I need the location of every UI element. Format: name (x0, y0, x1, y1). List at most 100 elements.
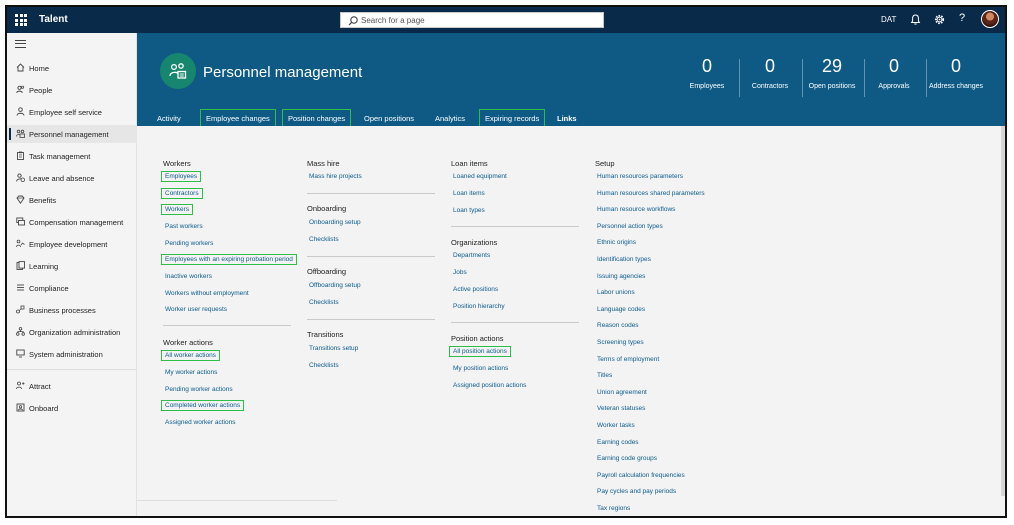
link-setup-item[interactable]: Human resources shared parameters (595, 189, 707, 198)
link-contractors[interactable]: Contractors (161, 188, 203, 199)
vertical-scrollbar[interactable] (1001, 126, 1005, 496)
group-title-organizations: Organizations (451, 238, 498, 247)
link-jobs[interactable]: Jobs (451, 268, 469, 277)
link-employees[interactable]: Employees (161, 171, 202, 182)
workspace-icon (160, 53, 196, 89)
link-setup-item[interactable]: Pay cycles and pay periods (595, 487, 678, 496)
link-pending-worker-actions[interactable]: Pending worker actions (163, 385, 235, 394)
nav-item-system-administration[interactable]: System administration (7, 345, 137, 363)
nav-item-personnel-management[interactable]: Personnel management (7, 125, 137, 143)
tab-links[interactable]: Links (551, 109, 583, 129)
group-divider (307, 256, 435, 257)
kpi-open-positions[interactable]: 29 Open positions (801, 57, 863, 90)
link-setup-item[interactable]: Union agreement (595, 388, 649, 397)
link-setup-item[interactable]: Ethnic origins (595, 238, 638, 247)
link-offboarding-checklists[interactable]: Checklists (307, 298, 341, 307)
link-completed-worker-actions[interactable]: Completed worker actions (161, 400, 245, 411)
nav-item-employee-development[interactable]: Employee development (7, 235, 137, 253)
nav-item-benefits[interactable]: Benefits (7, 191, 137, 209)
link-setup-item[interactable]: Screening types (595, 338, 646, 347)
company-selector[interactable]: DAT (881, 15, 896, 24)
group-title-workers: Workers (163, 159, 191, 168)
link-pending-workers[interactable]: Pending workers (163, 239, 215, 248)
person-icon (16, 107, 25, 116)
link-worker-user-requests[interactable]: Worker user requests (163, 305, 229, 314)
link-setup-item[interactable]: Earning codes (595, 438, 641, 447)
link-my-position-actions[interactable]: My position actions (451, 364, 510, 373)
gear-icon[interactable] (933, 13, 946, 26)
app-title[interactable]: Talent (39, 14, 68, 25)
link-active-positions[interactable]: Active positions (451, 285, 500, 294)
search-box[interactable] (340, 12, 604, 28)
link-setup-item[interactable]: Human resources parameters (595, 172, 685, 181)
link-position-hierarchy[interactable]: Position hierarchy (451, 302, 507, 311)
tab-analytics[interactable]: Analytics (429, 109, 471, 127)
link-departments[interactable]: Departments (451, 251, 492, 260)
nav-item-compensation-management[interactable]: Compensation management (7, 213, 137, 231)
kpi-address-changes[interactable]: 0 Address changes (925, 57, 987, 90)
link-setup-item[interactable]: Worker tasks (595, 421, 637, 430)
link-workers[interactable]: Workers (161, 204, 194, 215)
app-launcher-icon[interactable] (15, 14, 27, 26)
tab-open-positions[interactable]: Open positions (358, 109, 420, 127)
link-setup-item[interactable]: Tax regions (595, 504, 632, 513)
nav-item-home[interactable]: Home (7, 59, 137, 77)
nav-item-task-management[interactable]: Task management (7, 147, 137, 165)
org-chart-icon (16, 129, 25, 138)
hamburger-menu-icon[interactable] (15, 40, 26, 48)
link-offboarding-setup[interactable]: Offboarding setup (307, 281, 363, 290)
link-past-workers[interactable]: Past workers (163, 222, 205, 231)
group-divider (307, 193, 435, 194)
search-input[interactable] (361, 14, 597, 26)
link-onboarding-setup[interactable]: Onboarding setup (307, 218, 363, 227)
link-setup-item[interactable]: Identification types (595, 255, 653, 264)
link-setup-item[interactable]: Earning code groups (595, 454, 659, 463)
kpi-approvals[interactable]: 0 Approvals (863, 57, 925, 90)
onboard-icon (16, 403, 25, 412)
link-transitions-checklists[interactable]: Checklists (307, 361, 341, 370)
link-setup-item[interactable]: Human resource workflows (595, 205, 677, 214)
link-setup-item[interactable]: Reason codes (595, 321, 641, 330)
link-transitions-setup[interactable]: Transitions setup (307, 344, 360, 353)
kpi-contractors[interactable]: 0 Contractors (739, 57, 801, 90)
link-setup-item[interactable]: Veteran statuses (595, 404, 647, 413)
link-employees-expiring-probation[interactable]: Employees with an expiring probation per… (161, 254, 297, 265)
nav-item-people[interactable]: People (7, 81, 137, 99)
tab-employee-changes[interactable]: Employee changes (200, 109, 276, 127)
bell-icon[interactable] (909, 13, 922, 26)
nav-item-organization-administration[interactable]: Organization administration (7, 323, 137, 341)
link-loaned-equipment[interactable]: Loaned equipment (451, 172, 509, 181)
link-setup-item[interactable]: Titles (595, 371, 614, 380)
link-loan-items[interactable]: Loan items (451, 189, 487, 198)
link-assigned-worker-actions[interactable]: Assigned worker actions (163, 418, 237, 427)
link-setup-item[interactable]: Terms of employment (595, 355, 661, 364)
link-inactive-workers[interactable]: Inactive workers (163, 272, 214, 281)
link-mass-hire-projects[interactable]: Mass hire projects (307, 172, 364, 181)
nav-item-attract[interactable]: Attract (7, 377, 137, 395)
link-assigned-position-actions[interactable]: Assigned position actions (451, 381, 528, 390)
link-workers-without-employment[interactable]: Workers without employment (163, 289, 251, 298)
link-setup-item[interactable]: Payroll calculation frequencies (595, 471, 687, 480)
avatar[interactable] (981, 10, 999, 28)
link-all-position-actions[interactable]: All position actions (449, 346, 511, 357)
tab-activity[interactable]: Activity (151, 109, 187, 127)
link-my-worker-actions[interactable]: My worker actions (163, 368, 219, 377)
link-loan-types[interactable]: Loan types (451, 206, 487, 215)
link-onboarding-checklists[interactable]: Checklists (307, 235, 341, 244)
tab-expiring-records[interactable]: Expiring records (479, 109, 546, 127)
help-icon[interactable]: ? (959, 12, 965, 24)
tab-position-changes[interactable]: Position changes (282, 109, 352, 127)
link-setup-item[interactable]: Personnel action types (595, 222, 665, 231)
nav-item-business-processes[interactable]: Business processes (7, 301, 137, 319)
group-title-transitions: Transitions (307, 330, 344, 339)
nav-item-employee-self-service[interactable]: Employee self service (7, 103, 137, 121)
link-all-worker-actions[interactable]: All worker actions (161, 350, 220, 361)
link-setup-item[interactable]: Labor unions (595, 288, 637, 297)
nav-item-compliance[interactable]: Compliance (7, 279, 137, 297)
nav-item-onboard[interactable]: Onboard (7, 399, 137, 417)
nav-item-learning[interactable]: Learning (7, 257, 137, 275)
nav-item-leave-and-absence[interactable]: Leave and absence (7, 169, 137, 187)
link-setup-item[interactable]: Issuing agencies (595, 272, 647, 281)
link-setup-item[interactable]: Language codes (595, 305, 647, 314)
kpi-employees[interactable]: 0 Employees (676, 57, 738, 90)
